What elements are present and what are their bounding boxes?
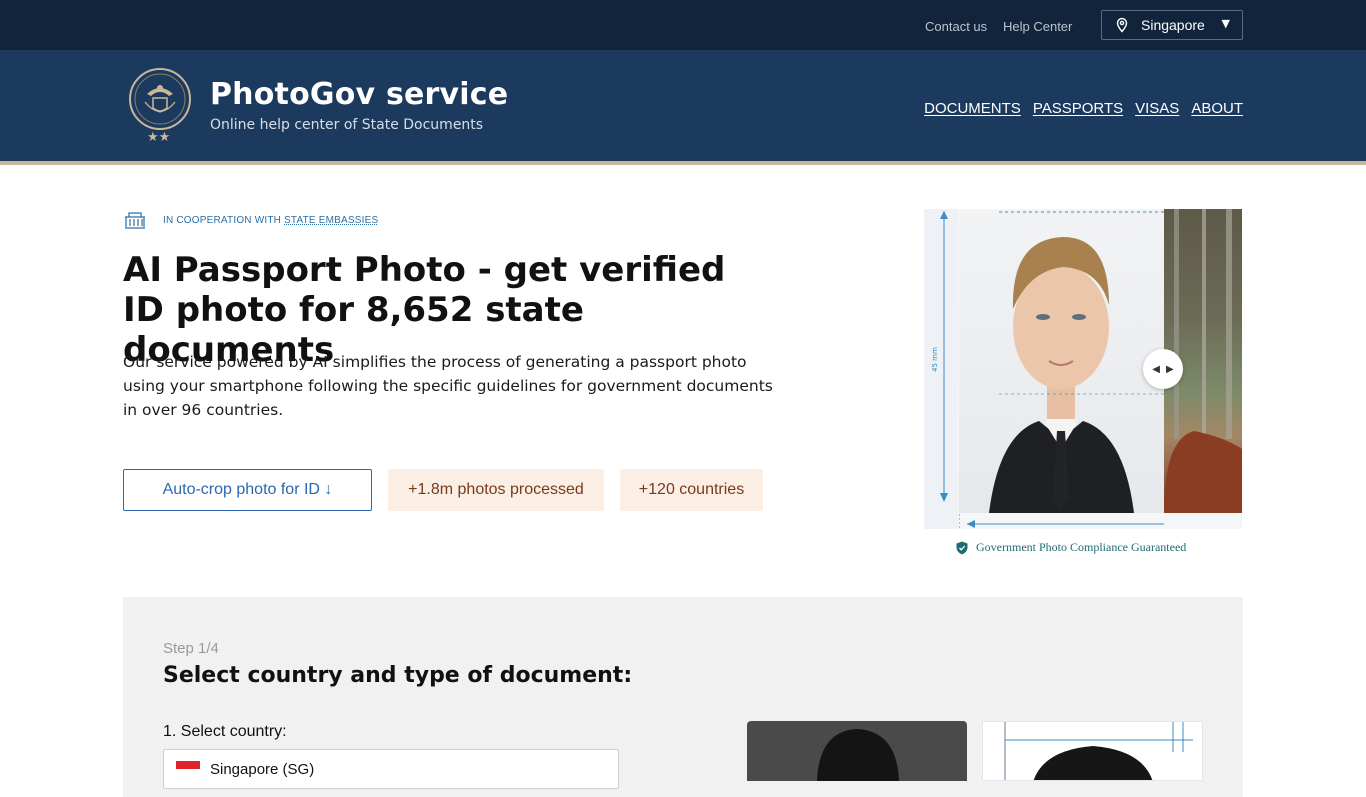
state-embassies-link[interactable]: STATE EMBASSIES	[284, 215, 378, 226]
select-country-label: 1. Select country:	[163, 723, 287, 740]
ruler-label: 45 mm	[931, 347, 939, 372]
photo-comparison[interactable]: 45 mm	[924, 209, 1242, 529]
site-header: ★★ PhotoGov service Online help center o…	[0, 50, 1366, 165]
help-center-link[interactable]: Help Center	[1003, 19, 1072, 34]
svg-text:★★: ★★	[147, 130, 170, 145]
main-nav: DOCUMENTS PASSPORTS VISAS ABOUT	[924, 100, 1243, 117]
hero-description: Our service powered by AI simplifies the…	[123, 353, 773, 419]
arrow-left-icon: ◀	[1152, 363, 1160, 375]
ruler-arrow-icon: 45 mm	[931, 211, 948, 502]
nav-passports[interactable]: PASSPORTS	[1033, 100, 1123, 117]
singapore-flag-icon	[176, 761, 200, 777]
country-selector[interactable]: Singapore ▼	[1101, 10, 1243, 40]
shield-check-icon	[956, 541, 968, 554]
width-ruler-arrow-icon	[959, 514, 1164, 529]
contact-us-link[interactable]: Contact us	[925, 19, 987, 34]
brand-title[interactable]: PhotoGov service	[210, 77, 508, 112]
top-bar: Contact us Help Center Singapore ▼	[0, 0, 1366, 50]
compare-slider-handle[interactable]: ◀ ▶	[1143, 349, 1183, 389]
hero-title-bold: AI Passport Photo	[123, 250, 466, 290]
auto-crop-button[interactable]: Auto-crop photo for ID ↓	[123, 469, 372, 511]
example-photo-dark	[747, 721, 967, 781]
cooperation-line: IN COOPERATION WITH STATE EMBASSIES	[123, 210, 378, 230]
emblem-logo-icon[interactable]: ★★	[127, 68, 193, 146]
nav-visas[interactable]: VISAS	[1135, 100, 1179, 117]
compliance-text: Government Photo Compliance Guaranteed	[976, 540, 1187, 554]
arrow-right-icon: ▶	[1166, 363, 1174, 375]
country-dropdown-value: Singapore (SG)	[210, 760, 315, 778]
step-title: Select country and type of document:	[163, 663, 633, 688]
cooperation-prefix: IN COOPERATION WITH	[163, 214, 285, 226]
height-ruler: 45 mm	[924, 209, 958, 529]
country-selector-label: Singapore	[1141, 17, 1205, 33]
caret-down-icon: ▼	[1221, 17, 1230, 30]
stat-countries-badge: +120 countries	[620, 469, 763, 511]
nav-about[interactable]: ABOUT	[1191, 100, 1243, 117]
example-photo-guides	[982, 721, 1203, 781]
location-pin-icon	[1116, 17, 1128, 33]
step-number: Step 1/4	[163, 640, 219, 657]
passport-photo-sample	[959, 209, 1164, 513]
brand-subtitle: Online help center of State Documents	[210, 117, 484, 133]
stat-photos-badge: +1.8m photos processed	[388, 469, 604, 511]
embassy-building-icon	[125, 212, 145, 229]
country-dropdown[interactable]: Singapore (SG)	[163, 749, 619, 789]
nav-documents[interactable]: DOCUMENTS	[924, 100, 1021, 117]
compliance-note: Government Photo Compliance Guaranteed	[956, 540, 1186, 555]
